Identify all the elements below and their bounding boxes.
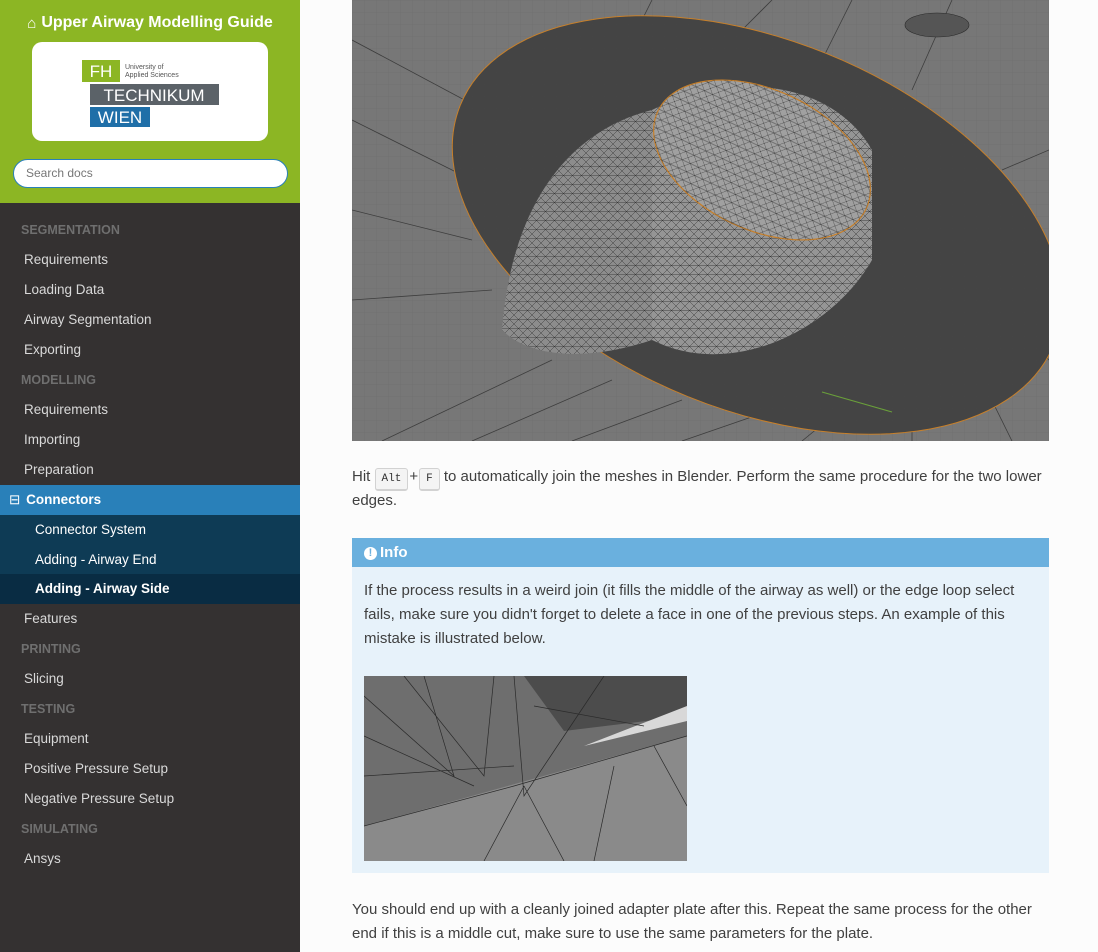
nav-caption-testing: TESTING [21,701,76,716]
svg-text:TECHNIKUM: TECHNIKUM [103,86,204,105]
nav-item-modelling-requirements[interactable]: Requirements [0,395,300,425]
home-icon: ⌂ [27,14,37,32]
svg-text:Applied Sciences: Applied Sciences [125,72,179,79]
collapse-icon[interactable]: ⊟ [9,492,20,507]
nav-item-negative-pressure-setup[interactable]: Negative Pressure Setup [0,784,300,814]
info-icon: ! [364,547,377,560]
nav-item-preparation[interactable]: Preparation [0,455,300,485]
nav-caption-segmentation: SEGMENTATION [21,223,120,237]
nav-caption-simulating: SIMULATING [21,821,98,836]
closing-paragraph: You should end up with a cleanly joined … [352,901,1032,942]
svg-text:FH: FH [90,62,113,81]
info-admonition-title: ! Info [352,538,1049,567]
project-title: Upper Airway Modelling Guide [41,14,273,31]
nav-item-connector-system[interactable]: Connector System [0,515,300,545]
mistake-example-image [364,676,687,861]
nav-item-slicing[interactable]: Slicing [0,664,300,694]
sidebar-header: ⌂ Upper Airway Modelling Guide FH Univer… [0,0,300,203]
nav-item-adding-airway-side[interactable]: Adding - Airway Side [0,574,300,604]
svg-text:WIEN: WIEN [98,108,142,127]
nav-item-equipment[interactable]: Equipment [0,724,300,754]
nav-item-loading-data[interactable]: Loading Data [0,275,300,305]
nav-item-features[interactable]: Features [0,604,300,634]
info-admonition-body: If the process results in a weird join (… [352,567,1049,861]
nav-item-adding-airway-end[interactable]: Adding - Airway End [0,545,300,575]
blender-mesh-screenshot [352,0,1049,441]
info-text: If the process results in a weird join (… [364,582,1015,647]
nav-item-segmentation-requirements[interactable]: Requirements [0,245,300,275]
sidebar: ⌂ Upper Airway Modelling Guide FH Univer… [0,0,300,952]
project-title-link[interactable]: ⌂ Upper Airway Modelling Guide [27,14,273,32]
nav-item-connectors-label: Connectors [26,492,102,507]
nav-caption-printing: PRINTING [21,641,81,656]
nav-item-airway-segmentation[interactable]: Airway Segmentation [0,305,300,335]
nav-item-connectors[interactable]: ⊟ Connectors [0,485,300,515]
nav-submenu-connectors: Connector System Adding - Airway End Add… [0,515,300,604]
instruction-text-end: to automatically join the meshes in Blen… [352,468,1042,509]
main-content: Hit Alt + F to automatically join the mesh… [352,0,1049,946]
alt-key: Alt [374,467,409,491]
instruction-text-start: Hit [352,468,375,485]
nav-item-ansys[interactable]: Ansys [0,844,300,874]
search-input[interactable] [13,158,288,188]
instruction-paragraph: Hit Alt + F to automatically join the mesh… [352,465,1049,513]
logo-container[interactable]: FH University of Applied Sciences TECHNI… [32,41,268,141]
info-admonition: ! Info If the process results in a weird … [352,538,1049,873]
f-key: F [419,467,440,491]
nav-item-positive-pressure-setup[interactable]: Positive Pressure Setup [0,754,300,784]
svg-text:University of: University of [125,64,164,71]
nav-item-exporting[interactable]: Exporting [0,335,300,365]
sidebar-nav: SEGMENTATION Requirements Loading Data A… [0,203,300,874]
info-title-text: Info [380,544,408,561]
nav-item-importing[interactable]: Importing [0,425,300,455]
nav-caption-modelling: MODELLING [21,373,96,387]
plus-sign: + [409,468,419,485]
fh-technikum-wien-logo: FH University of Applied Sciences TECHNI… [82,59,219,127]
